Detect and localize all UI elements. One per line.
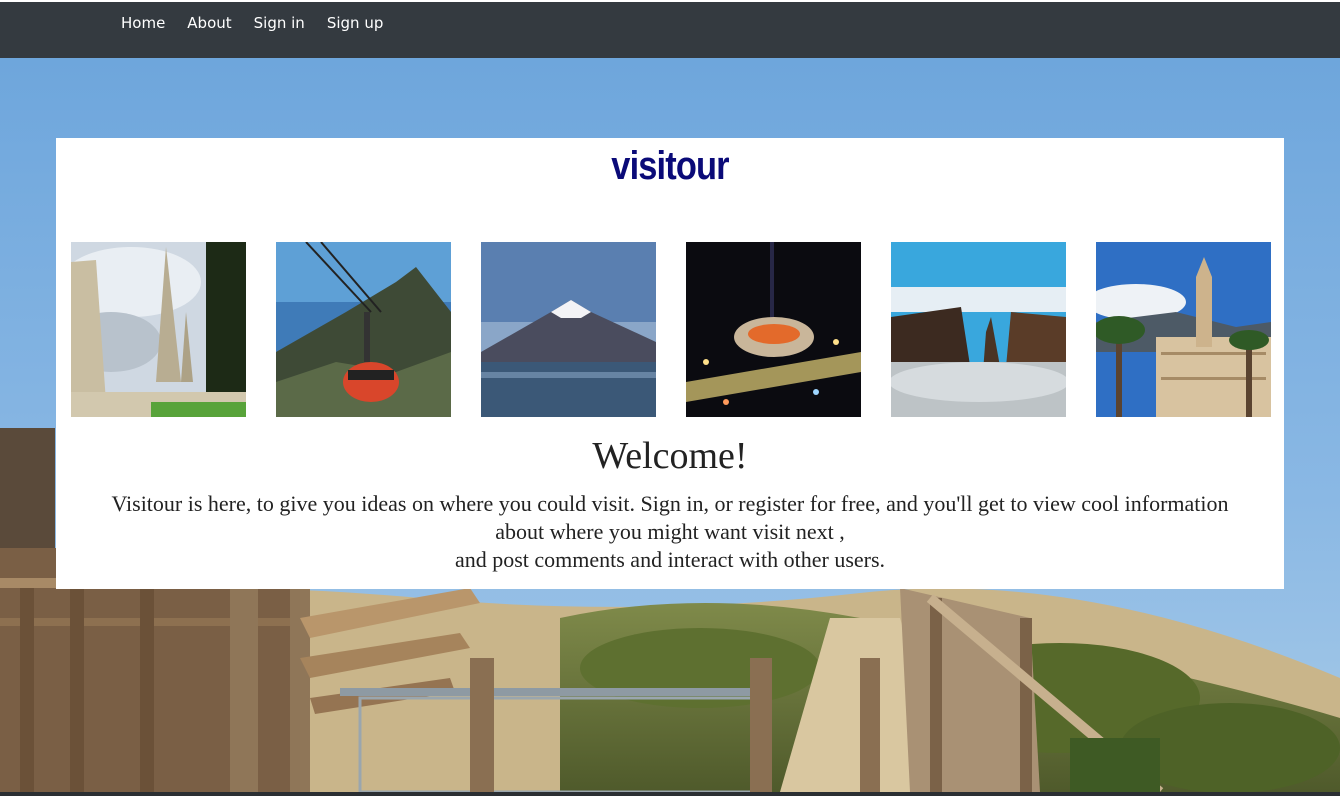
intro-line: Visitour is here, to give you ideas on w… — [111, 491, 1229, 516]
nav-sign-up-link[interactable]: Sign up — [316, 14, 395, 32]
bottom-edge — [0, 792, 1340, 796]
gallery-image-city-hall — [1096, 242, 1271, 417]
gallery-image-language-monument — [71, 242, 246, 417]
gallery-image-cable-car — [276, 242, 451, 417]
nav-sign-in-link[interactable]: Sign in — [243, 14, 316, 32]
nav-links: Home About Sign in Sign up — [110, 2, 394, 44]
nav-about-link[interactable]: About — [176, 14, 242, 32]
intro-line: about where you might want visit next , — [495, 519, 845, 544]
intro-card: visitour Welcome! Visitour is here, to g… — [56, 138, 1284, 589]
intro-text: Visitour is here, to give you ideas on w… — [56, 490, 1284, 574]
destination-gallery — [71, 242, 1271, 417]
intro-line: and post comments and interact with othe… — [454, 547, 886, 572]
gallery-image-stadium-night — [686, 242, 861, 417]
navbar: Home About Sign in Sign up — [0, 2, 1340, 58]
brand-title: visitour — [611, 144, 729, 188]
nav-home-link[interactable]: Home — [110, 14, 176, 32]
gallery-image-volcano — [481, 242, 656, 417]
gallery-image-cliffs-clouds — [891, 242, 1066, 417]
welcome-heading: Welcome! — [592, 435, 748, 477]
